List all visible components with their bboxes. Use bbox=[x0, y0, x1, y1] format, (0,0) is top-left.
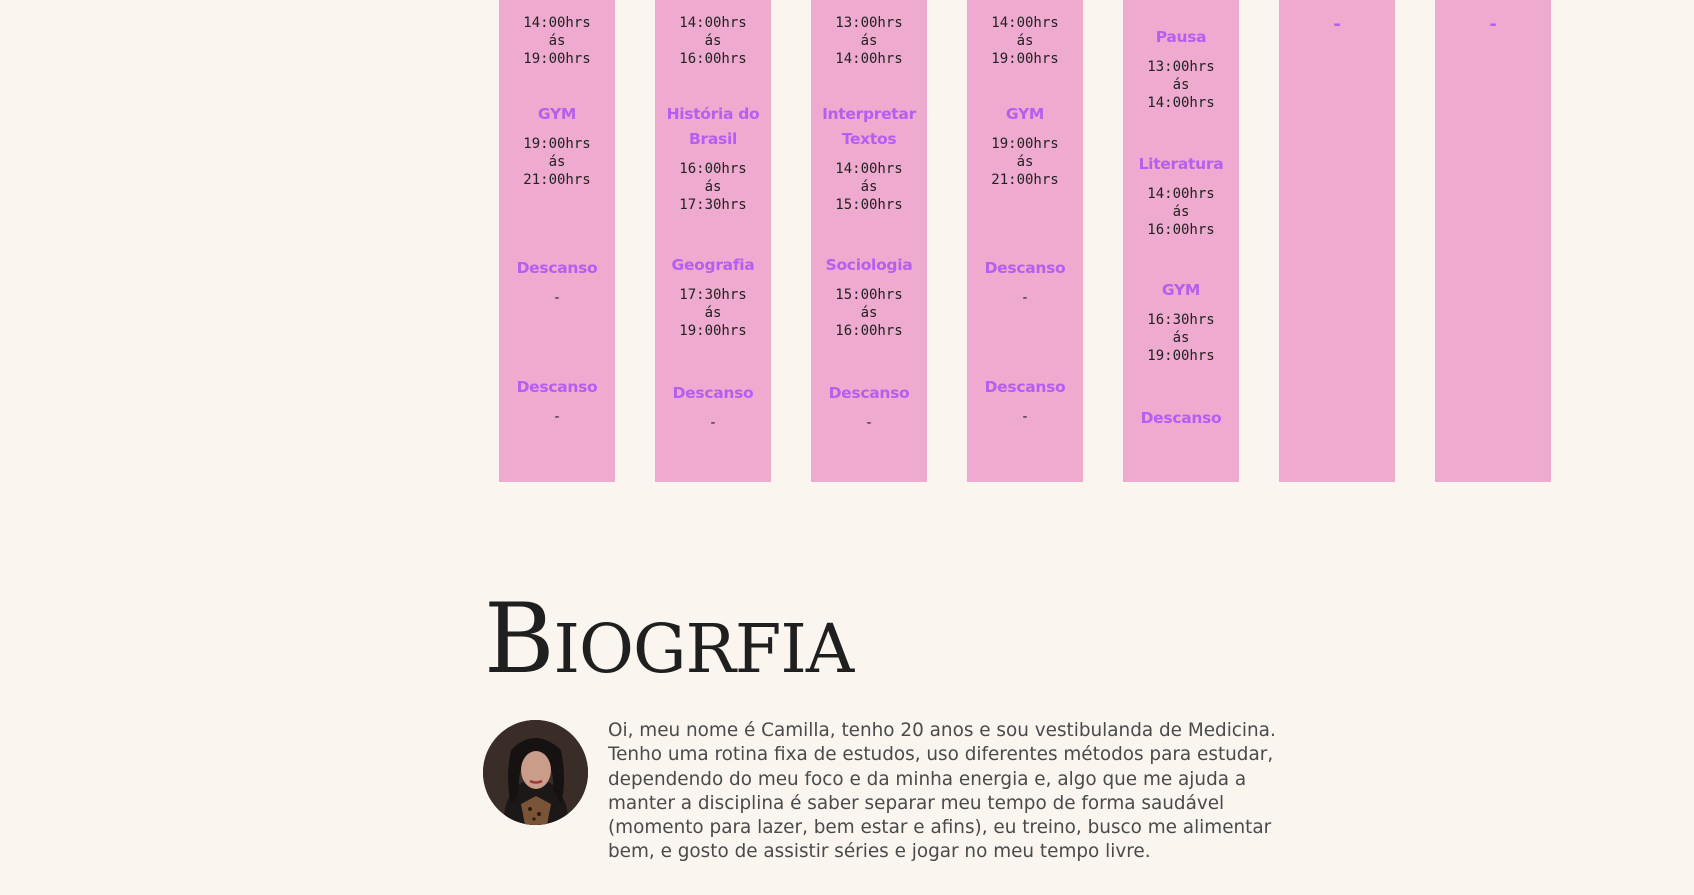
subject-label: Descanso bbox=[672, 384, 754, 402]
schedule-column: - bbox=[1435, 0, 1551, 482]
avatar bbox=[483, 720, 588, 825]
schedule-entry: Interpretar Textos 14:00hrs ás 15:00hrs bbox=[811, 102, 927, 214]
subject-label: Pausa bbox=[1155, 28, 1207, 46]
subject-label: - bbox=[1333, 14, 1341, 35]
schedule-column: 13:00hrs ás 14:00hrs Interpretar Textos … bbox=[811, 0, 927, 482]
subject-label: GYM bbox=[1161, 281, 1201, 299]
subject-label: Interpretar Textos bbox=[822, 105, 916, 148]
subject-label: Descanso bbox=[828, 384, 910, 402]
subject-label: Descanso bbox=[516, 259, 598, 277]
subject-label: Geografia bbox=[671, 256, 755, 274]
schedule-entry: - bbox=[1279, 16, 1395, 34]
schedule-column: Pausa 13:00hrs ás 14:00hrs Literatura 14… bbox=[1123, 0, 1239, 482]
schedule-entry: Sociologia 15:00hrs ás 16:00hrs bbox=[811, 253, 927, 340]
schedule-entry: Descanso - bbox=[811, 381, 927, 432]
time-range: 14:00hrs ás 15:00hrs bbox=[835, 161, 903, 213]
schedule-entry: GYM 19:00hrs ás 21:00hrs bbox=[967, 102, 1083, 189]
schedule-column: - bbox=[1279, 0, 1395, 482]
schedule-column: 14:00hrs ás 16:00hrs História do Brasil … bbox=[655, 0, 771, 482]
subject-label: Descanso bbox=[984, 378, 1066, 396]
schedule-columns: 14:00hrs ás 19:00hrs GYM 19:00hrs ás 21:… bbox=[0, 0, 1694, 482]
subject-label: Sociologia bbox=[825, 256, 913, 274]
schedule-entry: GYM 16:30hrs ás 19:00hrs bbox=[1123, 278, 1239, 365]
biography-text: Oi, meu nome é Camilla, tenho 20 anos e … bbox=[608, 720, 1276, 863]
subject-label: Descanso bbox=[1140, 409, 1222, 427]
subject-label: Descanso bbox=[516, 378, 598, 396]
schedule-entry: Pausa 13:00hrs ás 14:00hrs bbox=[1123, 25, 1239, 112]
schedule-entry: GYM 19:00hrs ás 21:00hrs bbox=[499, 102, 615, 189]
time-range: - bbox=[708, 415, 718, 431]
avatar-photo bbox=[483, 720, 588, 825]
schedule-entry: 13:00hrs ás 14:00hrs bbox=[811, 14, 927, 68]
schedule-entry: 14:00hrs ás 16:00hrs bbox=[655, 14, 771, 68]
schedule-entry: Descanso - bbox=[499, 256, 615, 307]
subject-label: Literatura bbox=[1138, 155, 1224, 173]
subject-label: - bbox=[1489, 14, 1497, 35]
time-range: 13:00hrs ás 14:00hrs bbox=[835, 15, 903, 67]
time-range: - bbox=[552, 409, 562, 425]
schedule-entry: 14:00hrs ás 19:00hrs bbox=[967, 14, 1083, 68]
time-range: - bbox=[864, 415, 874, 431]
time-range: 15:00hrs ás 16:00hrs bbox=[835, 287, 903, 339]
time-range: 19:00hrs ás 21:00hrs bbox=[523, 136, 591, 188]
time-range: 17:30hrs ás 19:00hrs bbox=[679, 287, 747, 339]
time-range: - bbox=[552, 290, 562, 306]
time-range: 14:00hrs ás 19:00hrs bbox=[523, 15, 591, 67]
time-range: 16:00hrs ás 17:30hrs bbox=[679, 161, 747, 213]
time-range: 13:00hrs ás 14:00hrs bbox=[1147, 59, 1215, 111]
time-range: 14:00hrs ás 16:00hrs bbox=[679, 15, 747, 67]
schedule-column: 14:00hrs ás 19:00hrs GYM 19:00hrs ás 21:… bbox=[499, 0, 615, 482]
schedule-entry: Descanso bbox=[1123, 406, 1239, 431]
time-range: 14:00hrs ás 16:00hrs bbox=[1147, 186, 1215, 238]
schedule-entry: - bbox=[1435, 16, 1551, 34]
schedule-column: 14:00hrs ás 19:00hrs GYM 19:00hrs ás 21:… bbox=[967, 0, 1083, 482]
subject-label: Descanso bbox=[984, 259, 1066, 277]
schedule-entry: Descanso - bbox=[499, 375, 615, 426]
schedule-entry: Literatura 14:00hrs ás 16:00hrs bbox=[1123, 152, 1239, 239]
schedule-entry: História do Brasil 16:00hrs ás 17:30hrs bbox=[655, 102, 771, 214]
time-range: 16:30hrs ás 19:00hrs bbox=[1147, 312, 1215, 364]
biography-title: Biogrfia bbox=[484, 583, 854, 695]
schedule-entry: Geografia 17:30hrs ás 19:00hrs bbox=[655, 253, 771, 340]
time-range: 19:00hrs ás 21:00hrs bbox=[991, 136, 1059, 188]
time-range: - bbox=[1020, 290, 1030, 306]
time-range: 14:00hrs ás 19:00hrs bbox=[991, 15, 1059, 67]
subject-label: GYM bbox=[1005, 105, 1045, 123]
subject-label: GYM bbox=[537, 105, 577, 123]
schedule-entry: Descanso - bbox=[655, 381, 771, 432]
schedule-entry: 14:00hrs ás 19:00hrs bbox=[499, 14, 615, 68]
schedule-entry: Descanso - bbox=[967, 375, 1083, 426]
time-range: - bbox=[1020, 409, 1030, 425]
subject-label: História do Brasil bbox=[666, 105, 760, 148]
schedule-entry: Descanso - bbox=[967, 256, 1083, 307]
